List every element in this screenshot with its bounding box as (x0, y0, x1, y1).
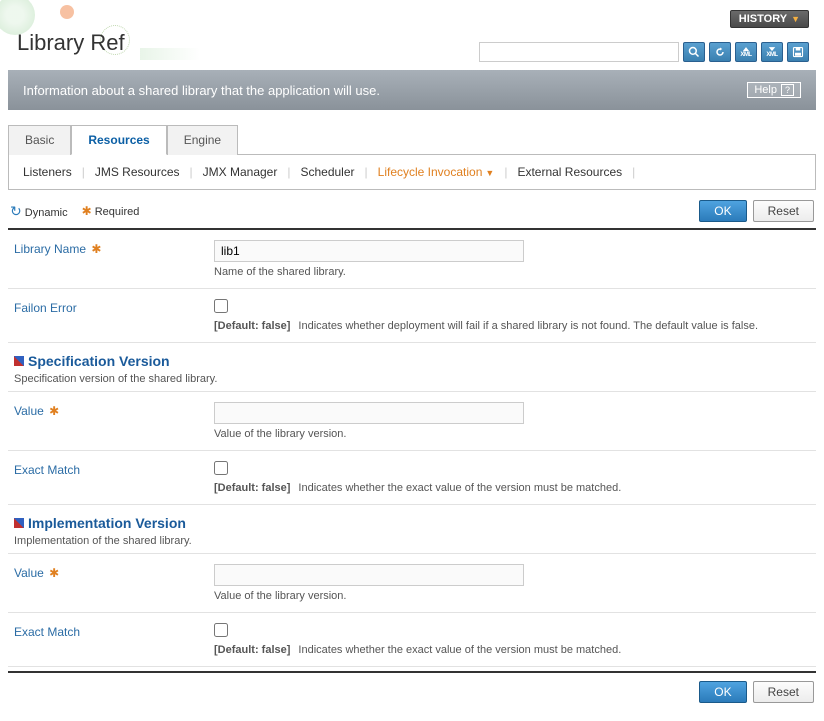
page-title: Library Ref (17, 30, 809, 56)
info-text: Information about a shared library that … (23, 83, 380, 98)
subtab-listeners[interactable]: Listeners (19, 163, 76, 181)
help-icon: ? (781, 84, 794, 96)
chevron-down-icon: ▼ (485, 168, 494, 178)
reset-button-top[interactable]: Reset (753, 200, 814, 222)
required-icon: ✱ (49, 566, 59, 580)
dynamic-legend: ↻ Dynamic (10, 203, 68, 220)
info-bar: Information about a shared library that … (8, 70, 816, 110)
chevron-down-icon: ▼ (791, 14, 800, 24)
spec-value-help: Value of the library version. (214, 428, 810, 440)
spec-exact-help: [Default: false]Indicates whether the ex… (214, 482, 810, 494)
spec-exact-checkbox[interactable] (214, 461, 228, 475)
impl-exact-checkbox[interactable] (214, 623, 228, 637)
required-icon: ✱ (82, 204, 92, 218)
spec-section-desc: Specification version of the shared libr… (14, 373, 810, 385)
required-legend: ✱ Required (82, 204, 140, 218)
subtab-jms[interactable]: JMS Resources (91, 163, 184, 181)
spec-exact-label: Exact Match (14, 461, 214, 477)
subtab-scheduler[interactable]: Scheduler (296, 163, 358, 181)
subtab-lifecycle[interactable]: Lifecycle Invocation▼ (374, 163, 499, 181)
tab-basic[interactable]: Basic (8, 125, 71, 155)
impl-value-help: Value of the library version. (214, 590, 810, 602)
failon-error-label: Failon Error (14, 299, 214, 315)
section-flag-icon (14, 356, 24, 366)
ok-button-top[interactable]: OK (699, 200, 746, 222)
sub-tabs: Listeners| JMS Resources| JMX Manager| S… (19, 163, 805, 181)
dynamic-icon: ↻ (10, 203, 22, 219)
ok-button-bottom[interactable]: OK (699, 681, 746, 703)
reset-button-bottom[interactable]: Reset (753, 681, 814, 703)
impl-section-title: Implementation Version (14, 515, 810, 531)
help-button[interactable]: Help? (747, 82, 801, 98)
library-name-label: Library Name ✱ (14, 240, 214, 256)
library-name-help: Name of the shared library. (214, 266, 810, 278)
spec-value-input[interactable] (214, 402, 524, 424)
history-button[interactable]: HISTORY▼ (730, 10, 809, 28)
tab-resources[interactable]: Resources (71, 125, 166, 155)
impl-value-label: Value ✱ (14, 564, 214, 580)
library-name-input[interactable] (214, 240, 524, 262)
subtab-external[interactable]: External Resources (513, 163, 626, 181)
subtab-jmx[interactable]: JMX Manager (199, 163, 282, 181)
main-tabs: Basic Resources Engine (8, 124, 816, 155)
section-flag-icon (14, 518, 24, 528)
failon-error-help: [Default: false]Indicates whether deploy… (214, 320, 810, 332)
impl-exact-label: Exact Match (14, 623, 214, 639)
impl-value-input[interactable] (214, 564, 524, 586)
required-icon: ✱ (91, 242, 101, 256)
impl-section-desc: Implementation of the shared library. (14, 535, 810, 547)
spec-value-label: Value ✱ (14, 402, 214, 418)
tab-engine[interactable]: Engine (167, 125, 238, 155)
failon-error-checkbox[interactable] (214, 299, 228, 313)
impl-exact-help: [Default: false]Indicates whether the ex… (214, 644, 810, 656)
spec-section-title: Specification Version (14, 353, 810, 369)
required-icon: ✱ (49, 404, 59, 418)
